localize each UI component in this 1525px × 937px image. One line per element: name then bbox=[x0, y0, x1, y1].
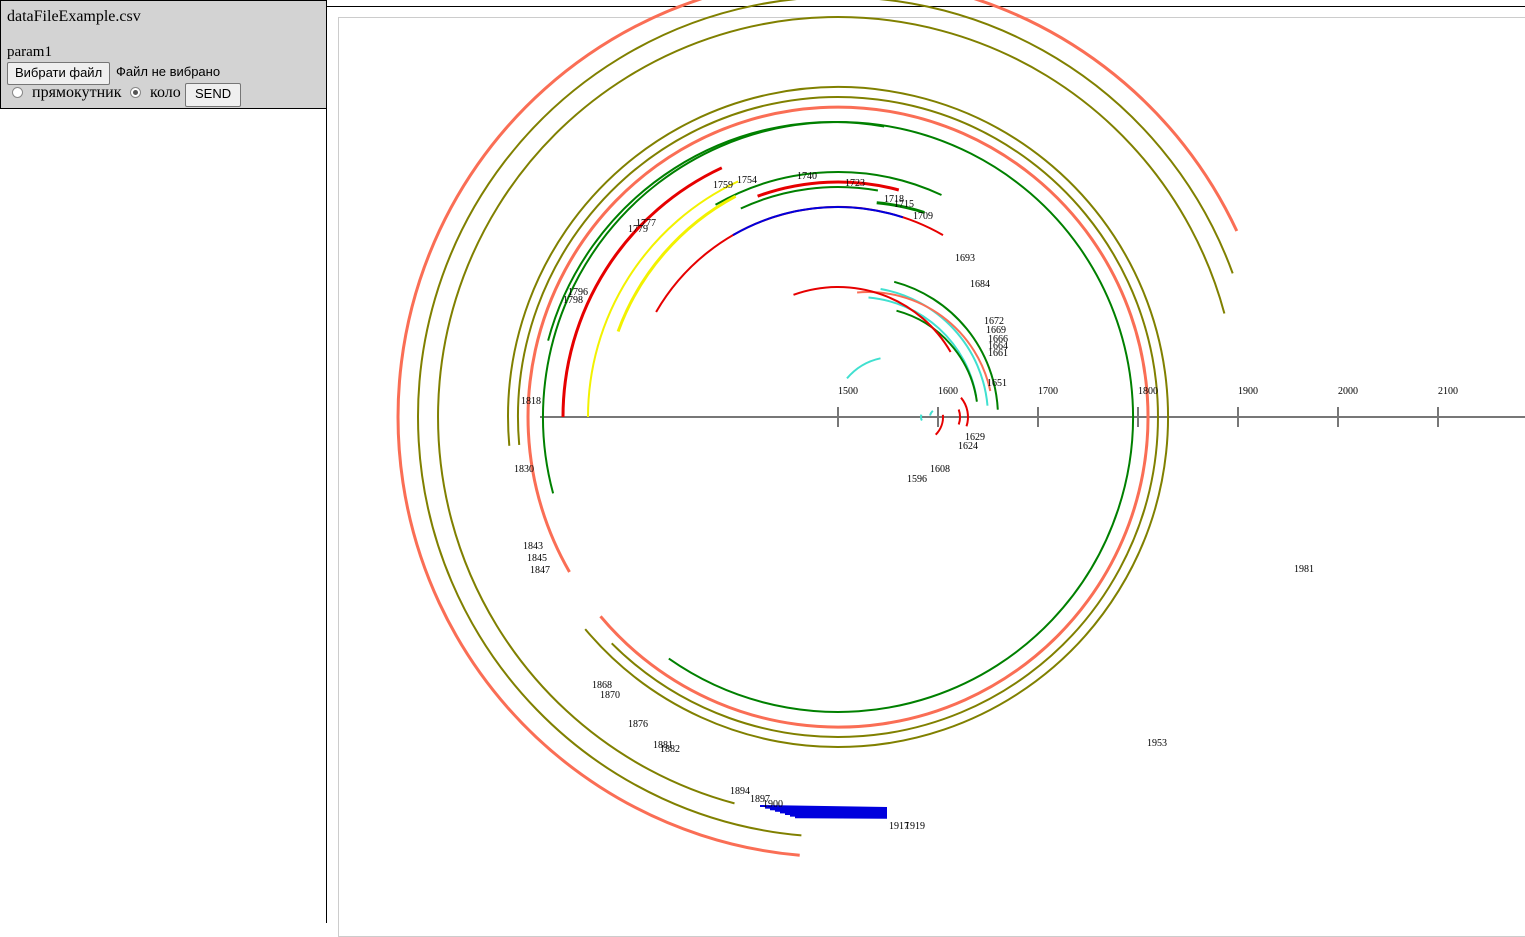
year-label: 1800 bbox=[1138, 386, 1158, 397]
year-label: 1830 bbox=[514, 464, 534, 475]
event-arc bbox=[732, 206, 904, 236]
event-arc bbox=[896, 309, 978, 402]
year-label: 1754 bbox=[737, 175, 757, 186]
event-arc bbox=[919, 414, 923, 421]
year-label: 1693 bbox=[955, 253, 975, 264]
year-label: 1919 bbox=[905, 821, 925, 832]
event-arc bbox=[740, 186, 879, 210]
year-label: 1953 bbox=[1147, 738, 1167, 749]
event-arc bbox=[616, 194, 737, 333]
year-label: 1876 bbox=[628, 719, 648, 730]
year-label: 1900 bbox=[1238, 386, 1258, 397]
year-label: 1870 bbox=[600, 690, 620, 701]
event-arc bbox=[929, 410, 934, 416]
year-label: 1715 bbox=[894, 199, 914, 210]
event-arc bbox=[960, 397, 969, 427]
year-label: 1779 bbox=[628, 224, 648, 235]
year-label: 1624 bbox=[958, 441, 978, 452]
year-label: 1596 bbox=[907, 474, 927, 485]
arc-chart: 1500 1600 1700 1800 1900 2000 2100 1740 1754 1759… bbox=[396, 0, 1525, 857]
year-label: 1740 bbox=[797, 171, 817, 182]
year-label: 1818 bbox=[521, 396, 541, 407]
year-label: 1843 bbox=[523, 541, 543, 552]
event-arc bbox=[547, 121, 885, 341]
year-label: 1661 bbox=[988, 348, 1008, 359]
event-arc bbox=[437, 16, 1226, 805]
year-label: 1723 bbox=[845, 178, 865, 189]
year-label: 1981 bbox=[1294, 564, 1314, 575]
year-label: 2000 bbox=[1338, 386, 1358, 397]
event-arc bbox=[846, 357, 881, 380]
year-label: 1608 bbox=[930, 464, 950, 475]
year-label: 1500 bbox=[838, 386, 858, 397]
year-label: 1847 bbox=[530, 565, 550, 576]
year-label: 1759 bbox=[713, 180, 733, 191]
year-label: 1651 bbox=[987, 378, 1007, 389]
year-label: 1882 bbox=[660, 744, 680, 755]
year-label: 1600 bbox=[938, 386, 958, 397]
year-label: 1709 bbox=[913, 211, 933, 222]
year-label: 1845 bbox=[527, 553, 547, 564]
year-label: 1700 bbox=[1038, 386, 1058, 397]
event-arc bbox=[794, 816, 888, 819]
event-arc bbox=[868, 296, 978, 397]
year-label: 2100 bbox=[1438, 386, 1458, 397]
year-label: 1798 bbox=[563, 295, 583, 306]
year-label: 1900 bbox=[763, 799, 783, 810]
year-label: 1894 bbox=[730, 786, 750, 797]
year-label: 1684 bbox=[970, 279, 990, 290]
